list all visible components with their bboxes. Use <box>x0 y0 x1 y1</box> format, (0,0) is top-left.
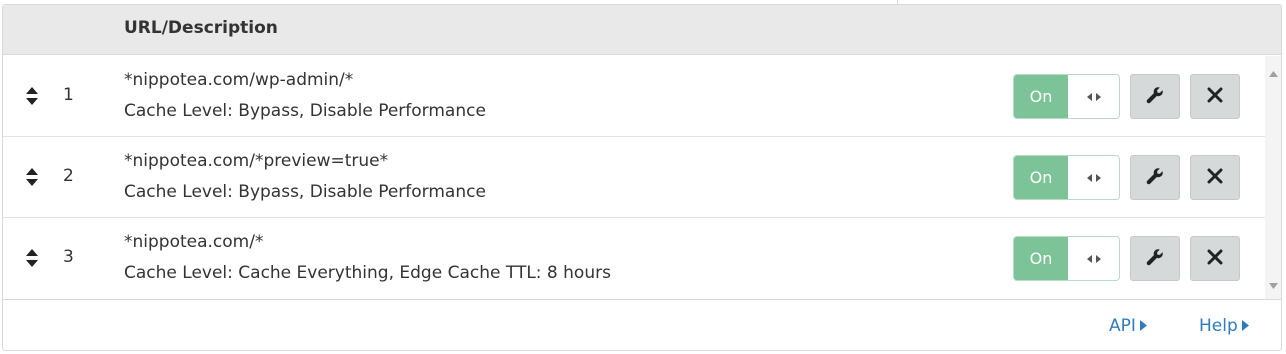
close-icon <box>1207 87 1223 107</box>
toggle-on-label: On <box>1014 156 1068 199</box>
column-header-url-description: URL/Description <box>124 18 278 38</box>
rule-url: *nippotea.com/wp-admin/* <box>124 70 354 90</box>
caret-right-icon <box>1241 316 1249 336</box>
rule-row: 2 *nippotea.com/*preview=true* Cache Lev… <box>3 137 1265 218</box>
left-right-arrows-icon <box>1068 75 1119 118</box>
edit-rule-button[interactable] <box>1130 155 1180 200</box>
rule-row: 1 *nippotea.com/wp-admin/* Cache Level: … <box>3 56 1265 137</box>
sort-arrows-icon[interactable] <box>25 86 39 106</box>
rule-url: *nippotea.com/* <box>124 232 264 252</box>
left-right-arrows-icon <box>1068 237 1119 280</box>
edit-rule-button[interactable] <box>1130 236 1180 281</box>
delete-rule-button[interactable] <box>1190 74 1240 119</box>
rule-toggle[interactable]: On <box>1013 74 1120 119</box>
table-header: URL/Description <box>3 5 1281 55</box>
close-icon <box>1207 168 1223 188</box>
toggle-on-label: On <box>1014 75 1068 118</box>
scroll-up-arrow-icon[interactable] <box>1269 62 1278 81</box>
rule-description: Cache Level: Cache Everything, Edge Cach… <box>124 263 611 283</box>
rule-description: Cache Level: Bypass, Disable Performance <box>124 101 486 121</box>
rule-row: 3 *nippotea.com/* Cache Level: Cache Eve… <box>3 218 1265 299</box>
help-link[interactable]: Help <box>1199 316 1249 336</box>
caret-right-icon <box>1139 316 1147 336</box>
wrench-icon <box>1145 247 1165 271</box>
edit-rule-button[interactable] <box>1130 74 1180 119</box>
page-rules-panel: URL/Description 1 *nippotea.com/wp-admin… <box>2 4 1282 351</box>
delete-rule-button[interactable] <box>1190 236 1240 281</box>
sort-arrows-icon[interactable] <box>25 167 39 187</box>
left-right-arrows-icon <box>1068 156 1119 199</box>
toggle-on-label: On <box>1014 237 1068 280</box>
rule-description: Cache Level: Bypass, Disable Performance <box>124 182 486 202</box>
close-icon <box>1207 249 1223 269</box>
api-link-label: API <box>1109 316 1136 336</box>
rule-number: 3 <box>63 247 74 267</box>
wrench-icon <box>1145 85 1165 109</box>
panel-footer: API Help <box>3 299 1281 350</box>
scroll-down-arrow-icon[interactable] <box>1269 274 1278 293</box>
wrench-icon <box>1145 166 1165 190</box>
rules-list: 1 *nippotea.com/wp-admin/* Cache Level: … <box>3 56 1265 299</box>
vertical-scrollbar[interactable] <box>1265 56 1281 299</box>
help-link-label: Help <box>1199 316 1238 336</box>
api-link[interactable]: API <box>1109 316 1147 336</box>
rule-url: *nippotea.com/*preview=true* <box>124 151 389 171</box>
rule-toggle[interactable]: On <box>1013 155 1120 200</box>
rule-number: 1 <box>63 85 74 105</box>
rule-toggle[interactable]: On <box>1013 236 1120 281</box>
delete-rule-button[interactable] <box>1190 155 1240 200</box>
sort-arrows-icon[interactable] <box>25 248 39 268</box>
rule-number: 2 <box>63 166 74 186</box>
